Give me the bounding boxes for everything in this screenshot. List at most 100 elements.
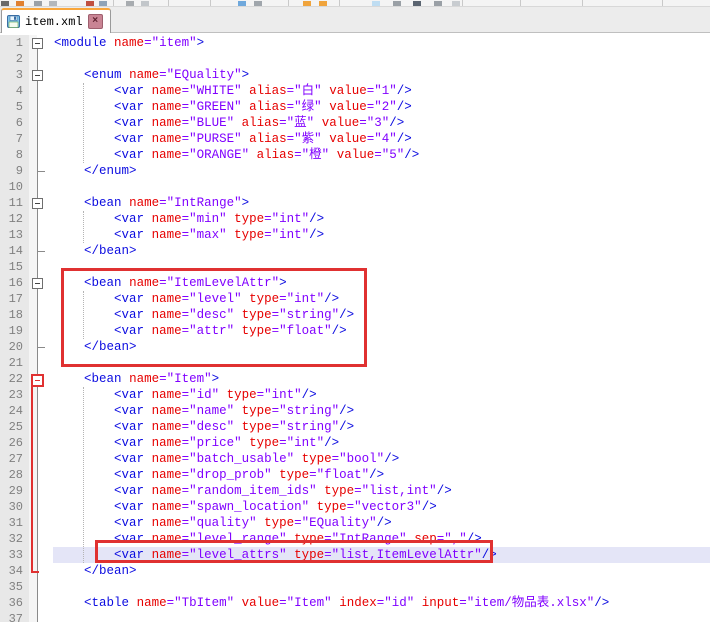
bookmark-margin[interactable]	[29, 307, 37, 323]
code-line[interactable]: <var name="level" type="int"/>	[53, 291, 710, 307]
toolbar-button-icon[interactable]	[254, 1, 262, 6]
code-line[interactable]: <var name="attr" type="float"/>	[53, 323, 710, 339]
fold-marker[interactable]	[32, 70, 43, 81]
fold-margin[interactable]	[37, 467, 53, 483]
fold-margin[interactable]	[37, 227, 53, 243]
fold-margin[interactable]	[37, 211, 53, 227]
fold-margin[interactable]	[37, 83, 53, 99]
fold-margin[interactable]	[37, 451, 53, 467]
toolbar-button-icon[interactable]	[372, 1, 380, 6]
tab-close-icon[interactable]: ×	[88, 14, 103, 29]
bookmark-margin[interactable]	[29, 99, 37, 115]
toolbar-button-icon[interactable]	[434, 1, 442, 6]
fold-margin[interactable]	[37, 147, 53, 163]
code-line[interactable]: <table name="TbItem" value="Item" index=…	[53, 595, 710, 611]
bookmark-margin[interactable]	[29, 147, 37, 163]
code-line[interactable]: <var name="WHITE" alias="白" value="1"/>	[53, 83, 710, 99]
bookmark-margin[interactable]	[29, 179, 37, 195]
fold-margin[interactable]	[37, 563, 53, 579]
bookmark-margin[interactable]	[29, 51, 37, 67]
code-line[interactable]: <var name="random_item_ids" type="list,i…	[53, 483, 710, 499]
bookmark-margin[interactable]	[29, 163, 37, 179]
code-line[interactable]: </enum>	[53, 163, 710, 179]
code-line[interactable]: <var name="batch_usable" type="bool"/>	[53, 451, 710, 467]
fold-marker[interactable]	[32, 278, 43, 289]
code-line[interactable]: <bean name="IntRange">	[53, 195, 710, 211]
tab-item-xml[interactable]: item.xml ×	[1, 8, 111, 33]
code-line[interactable]: <module name="item">	[53, 35, 710, 51]
bookmark-margin[interactable]	[29, 339, 37, 355]
code-line[interactable]	[53, 179, 710, 195]
toolbar-button-icon[interactable]	[141, 1, 149, 6]
bookmark-margin[interactable]	[29, 259, 37, 275]
bookmark-margin[interactable]	[29, 83, 37, 99]
code-line[interactable]: </bean>	[53, 563, 710, 579]
bookmark-margin[interactable]	[29, 611, 37, 622]
code-line[interactable]: <var name="min" type="int"/>	[53, 211, 710, 227]
code-line[interactable]: <var name="ORANGE" alias="橙" value="5"/>	[53, 147, 710, 163]
code-line[interactable]: <var name="PURSE" alias="紫" value="4"/>	[53, 131, 710, 147]
fold-margin[interactable]	[37, 435, 53, 451]
code-line[interactable]: <var name="level_range" type="IntRange" …	[53, 531, 710, 547]
fold-margin[interactable]	[37, 323, 53, 339]
fold-margin[interactable]	[37, 99, 53, 115]
toolbar-button-icon[interactable]	[303, 1, 311, 6]
fold-margin[interactable]	[37, 291, 53, 307]
fold-margin[interactable]	[37, 515, 53, 531]
fold-margin[interactable]	[37, 51, 53, 67]
toolbar-button-icon[interactable]	[413, 1, 421, 6]
fold-margin[interactable]	[37, 611, 53, 622]
bookmark-margin[interactable]	[29, 211, 37, 227]
code-line[interactable]: <var name="level_attrs" type="list,ItemL…	[53, 547, 710, 563]
toolbar-button-icon[interactable]	[1, 1, 9, 6]
toolbar-button-icon[interactable]	[86, 1, 94, 6]
code-line[interactable]: <bean name="Item">	[53, 371, 710, 387]
fold-margin[interactable]	[37, 547, 53, 563]
bookmark-margin[interactable]	[29, 131, 37, 147]
fold-margin[interactable]	[37, 531, 53, 547]
code-line[interactable]: <bean name="ItemLevelAttr">	[53, 275, 710, 291]
toolbar-button-icon[interactable]	[49, 1, 57, 6]
toolbar-button-icon[interactable]	[393, 1, 401, 6]
toolbar-button-icon[interactable]	[99, 1, 107, 6]
fold-margin[interactable]	[37, 131, 53, 147]
code-line[interactable]: <var name="spawn_location" type="vector3…	[53, 499, 710, 515]
fold-margin[interactable]	[37, 179, 53, 195]
code-editor[interactable]: 1<module name="item">2 3 <enum name="EQu…	[0, 33, 710, 622]
bookmark-margin[interactable]	[29, 579, 37, 595]
fold-margin[interactable]	[37, 259, 53, 275]
bookmark-margin[interactable]	[29, 355, 37, 371]
bookmark-margin[interactable]	[29, 323, 37, 339]
toolbar-button-icon[interactable]	[319, 1, 327, 6]
code-line[interactable]: <var name="id" type="int"/>	[53, 387, 710, 403]
fold-margin[interactable]	[37, 403, 53, 419]
code-line[interactable]: </bean>	[53, 243, 710, 259]
bookmark-margin[interactable]	[29, 243, 37, 259]
fold-margin[interactable]	[37, 115, 53, 131]
code-line[interactable]	[53, 51, 710, 67]
code-line[interactable]: <var name="name" type="string"/>	[53, 403, 710, 419]
fold-margin[interactable]	[37, 595, 53, 611]
bookmark-margin[interactable]	[29, 115, 37, 131]
bookmark-margin[interactable]	[29, 595, 37, 611]
fold-margin[interactable]	[37, 499, 53, 515]
fold-margin[interactable]	[37, 307, 53, 323]
code-line[interactable]: <var name="desc" type="string"/>	[53, 419, 710, 435]
code-line[interactable]: <var name="max" type="int"/>	[53, 227, 710, 243]
code-line[interactable]: </bean>	[53, 339, 710, 355]
toolbar-button-icon[interactable]	[16, 1, 24, 6]
code-line[interactable]: <enum name="EQuality">	[53, 67, 710, 83]
code-line[interactable]: <var name="desc" type="string"/>	[53, 307, 710, 323]
code-line[interactable]: <var name="price" type="int"/>	[53, 435, 710, 451]
toolbar-button-icon[interactable]	[238, 1, 246, 6]
code-line[interactable]	[53, 355, 710, 371]
code-line[interactable]: <var name="quality" type="EQuality"/>	[53, 515, 710, 531]
bookmark-margin[interactable]	[29, 227, 37, 243]
code-line[interactable]: <var name="GREEN" alias="绿" value="2"/>	[53, 99, 710, 115]
fold-margin[interactable]	[37, 483, 53, 499]
fold-margin[interactable]	[37, 387, 53, 403]
code-line[interactable]	[53, 611, 710, 622]
fold-margin[interactable]	[37, 579, 53, 595]
toolbar-button-icon[interactable]	[452, 1, 460, 6]
fold-marker[interactable]	[32, 198, 43, 209]
